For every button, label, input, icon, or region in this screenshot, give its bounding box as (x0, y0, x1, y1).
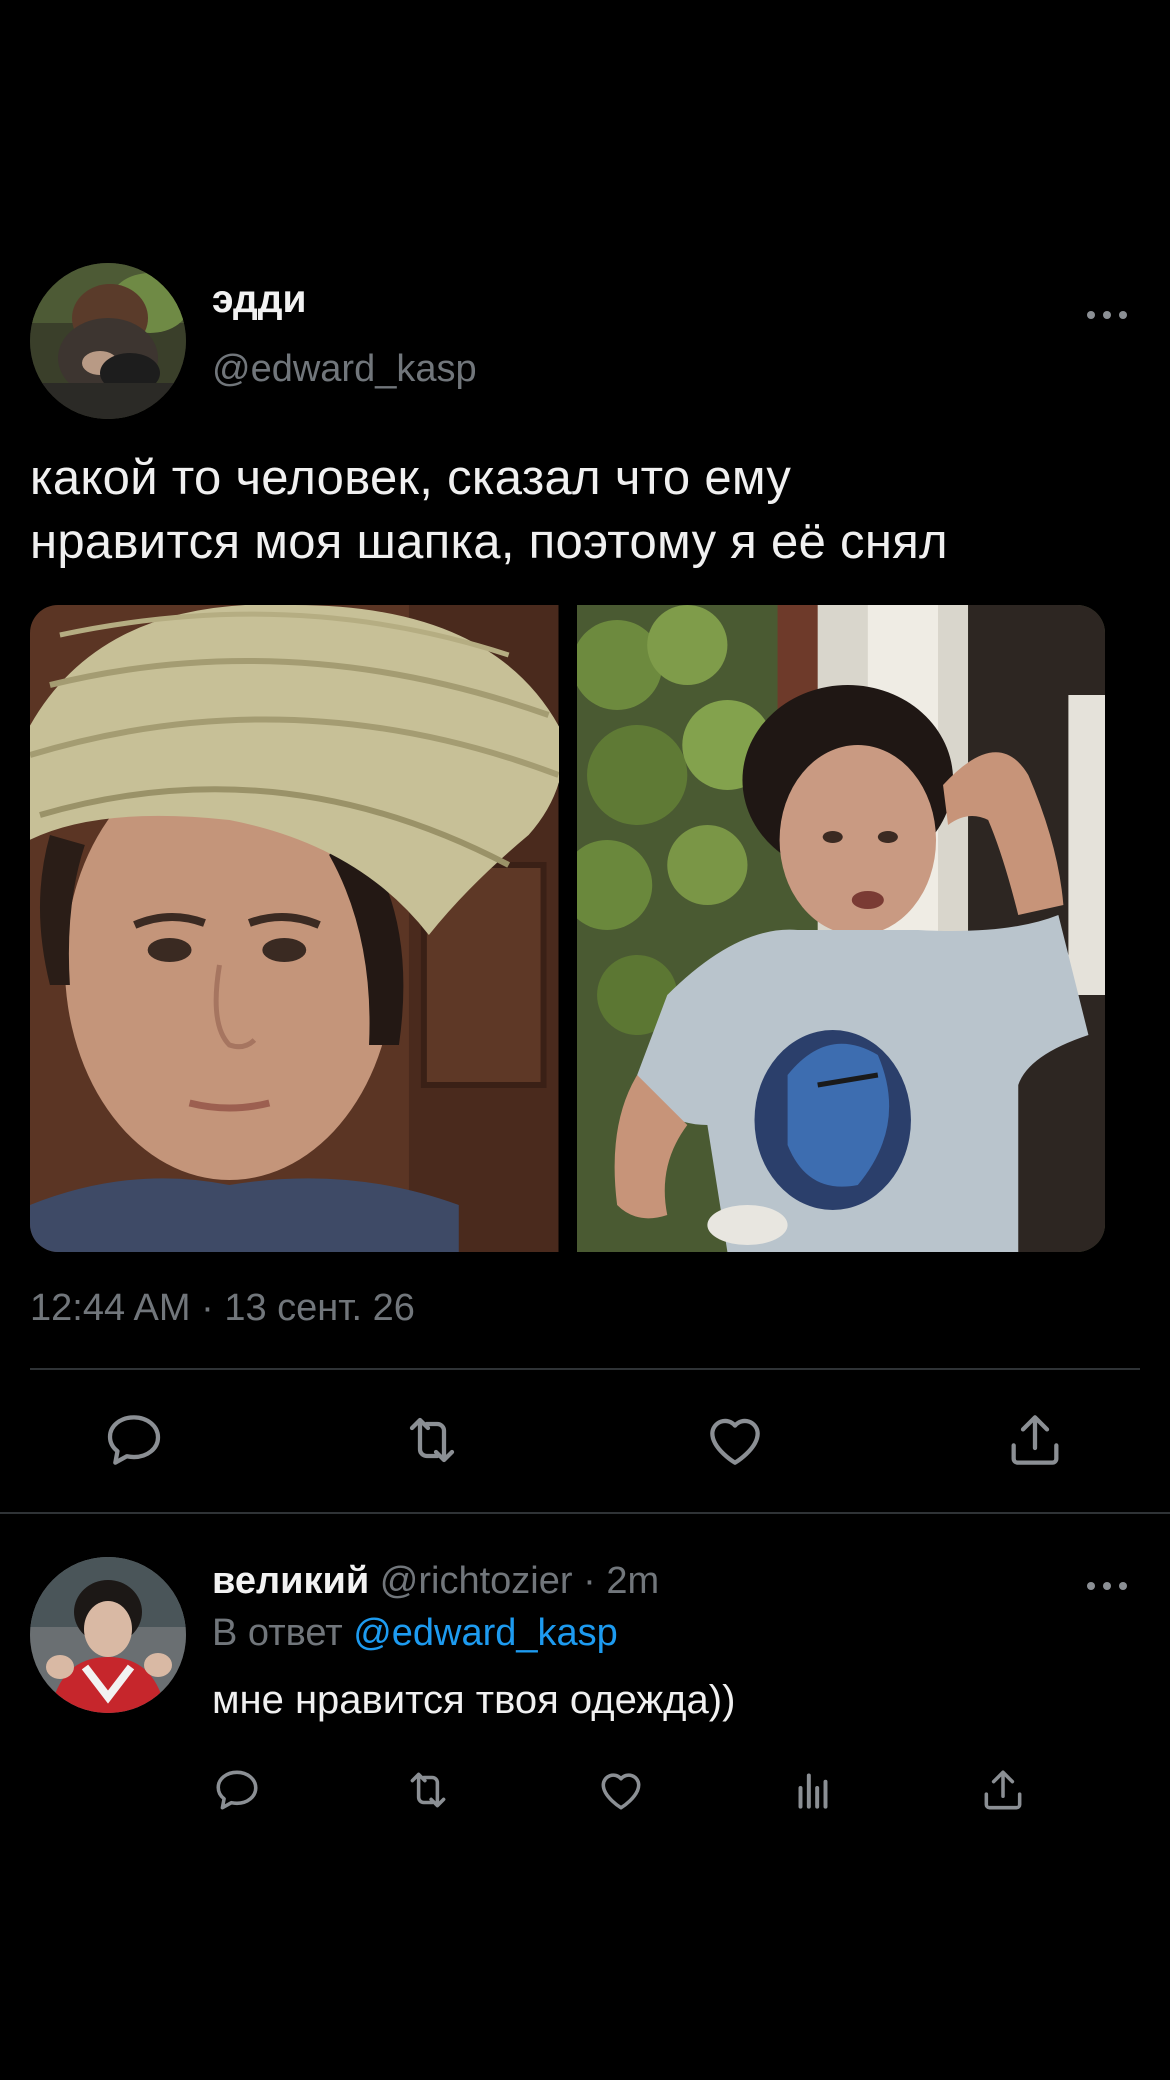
reply-button[interactable] (102, 1408, 166, 1472)
tweet-action-bar (0, 1408, 1170, 1478)
share-icon (1011, 1415, 1059, 1465)
user-handle[interactable]: @edward_kasp (212, 348, 477, 391)
analytics-button[interactable] (788, 1765, 838, 1815)
retweet-button[interactable] (403, 1765, 453, 1815)
more-icon (1087, 311, 1127, 319)
analytics-icon (798, 1773, 828, 1809)
reply-button[interactable] (212, 1765, 262, 1815)
more-options-button[interactable] (1080, 295, 1134, 335)
like-button[interactable] (703, 1408, 767, 1472)
avatar-image (30, 1557, 186, 1713)
more-options-button[interactable] (1080, 1566, 1134, 1606)
photo-straw-hat[interactable] (30, 605, 559, 1252)
like-icon (710, 1418, 760, 1465)
tweet-detail-page: эдди @edward_kasp какой то человек, сказ… (0, 0, 1170, 2080)
photo-ivy-wall[interactable] (576, 605, 1105, 1252)
tweet-timestamp[interactable]: 12:44 AM · 13 сент. 26 (30, 1287, 415, 1330)
like-icon (601, 1773, 641, 1810)
reply-time[interactable]: 2m (606, 1560, 659, 1602)
photo-image (576, 605, 1105, 1252)
retweet-icon (410, 1772, 446, 1808)
retweet-button[interactable] (400, 1408, 464, 1472)
tweet-text: какой то человек, сказал что ему нравитс… (30, 451, 948, 569)
avatar[interactable] (30, 263, 186, 419)
reply-action-bar (0, 1765, 1170, 1821)
reply-icon (107, 1415, 161, 1465)
share-button[interactable] (978, 1765, 1028, 1815)
avatar-image (30, 263, 186, 419)
divider (0, 1512, 1170, 1514)
divider (30, 1368, 1140, 1370)
share-icon (984, 1770, 1022, 1810)
photo-image (30, 605, 559, 1252)
reply-header: великий @richtozier · 2m (212, 1560, 659, 1603)
user-handle[interactable]: @richtozier (380, 1560, 573, 1602)
reply-text: мне нравится твоя одежда)) (212, 1678, 736, 1722)
replying-to: В ответ @edward_kasp (212, 1612, 618, 1655)
mention-link[interactable]: @edward_kasp (353, 1612, 618, 1654)
share-button[interactable] (1003, 1408, 1067, 1472)
separator: · (572, 1560, 607, 1602)
tweet-media (30, 605, 1105, 1252)
display-name[interactable]: великий (212, 1560, 369, 1602)
reply-icon (216, 1770, 258, 1810)
display-name[interactable]: эдди (212, 278, 307, 322)
more-icon (1087, 1582, 1127, 1590)
avatar[interactable] (30, 1557, 186, 1713)
retweet-icon (409, 1417, 455, 1463)
replying-to-label: В ответ (212, 1612, 354, 1654)
like-button[interactable] (596, 1765, 646, 1815)
